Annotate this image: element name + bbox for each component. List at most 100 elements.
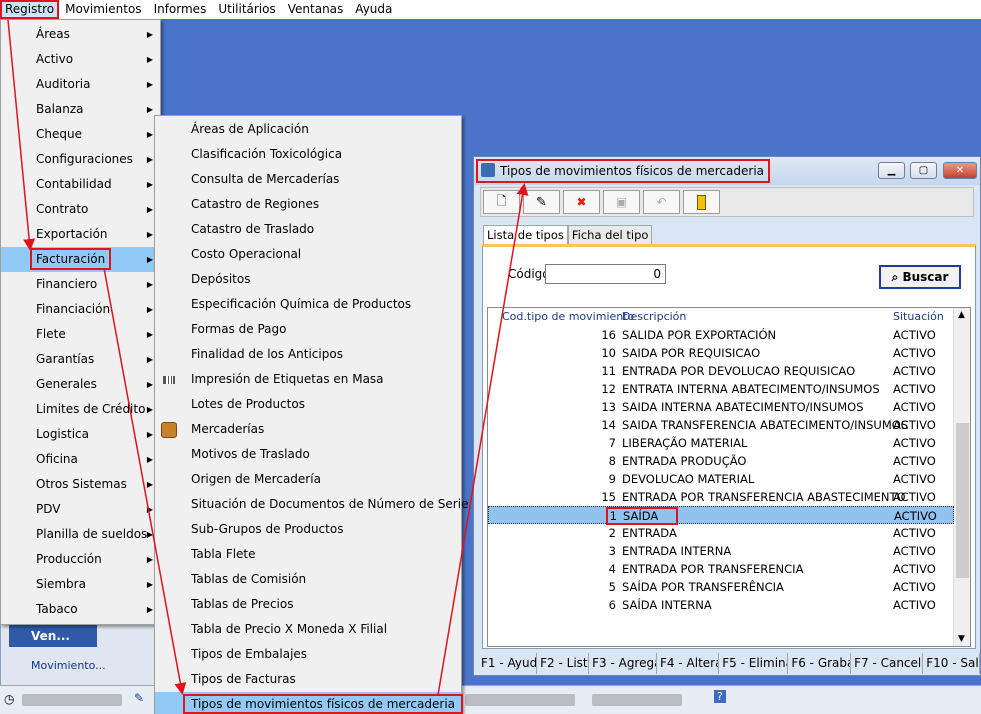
menu-movimientos[interactable]: Movimientos	[59, 0, 147, 19]
delete-button[interactable]: ✖	[563, 190, 600, 214]
menu1-item[interactable]: Activo ▶	[1, 47, 160, 72]
edit-button[interactable]: ✎	[523, 190, 560, 214]
menu1-item[interactable]: Contabilidad ▶	[1, 172, 160, 197]
function-key[interactable]: F10 - Salir	[923, 653, 981, 674]
menu2-item[interactable]: Tipos de Embalajes	[155, 642, 461, 667]
menu2-item[interactable]: Tipos de movimientos físicos de mercader…	[155, 692, 464, 714]
menu2-item[interactable]: Mercaderías	[155, 417, 461, 442]
menu1-item[interactable]: Exportación ▶	[1, 222, 160, 247]
panel-item[interactable]: Movimiento...	[31, 659, 106, 672]
menu2-item[interactable]: Finalidad de los Anticipos	[155, 342, 461, 367]
function-key[interactable]: F1 - Ayuda	[478, 653, 538, 674]
menu2-item[interactable]: Costo Operacional	[155, 242, 461, 267]
grid-scrollbar[interactable]: ▲ ▼	[953, 308, 970, 646]
table-row[interactable]: 11 ENTRADA POR DEVOLUCAO REQUISICAO ACTIVO	[488, 362, 954, 380]
tab-ficha-del-tipo[interactable]: Ficha del tipo	[567, 225, 653, 245]
menu2-item[interactable]: Consulta de Mercaderías	[155, 167, 461, 192]
menu1-item[interactable]: Cheque ▶	[1, 122, 160, 147]
table-row[interactable]: 12 ENTRATA INTERNA ABATECIMENTO/INSUMOS AC…	[488, 380, 954, 398]
maximize-button[interactable]: ▢	[910, 162, 937, 179]
menu1-item[interactable]: Contrato ▶	[1, 197, 160, 222]
menu1-item[interactable]: Financiación ▶	[1, 297, 160, 322]
table-row[interactable]: 2 ENTRADA ACTIVO	[488, 524, 954, 542]
function-key[interactable]: F6 - Grabar	[788, 653, 852, 674]
close-button[interactable]: ✕	[943, 162, 977, 179]
menu2-item[interactable]: Impresión de Etiquetas en Masa	[155, 367, 461, 392]
column-header-descripcion[interactable]: Descripción	[622, 310, 686, 323]
menu2-item[interactable]: Lotes de Productos	[155, 392, 461, 417]
menu1-item[interactable]: Auditoria ▶	[1, 72, 160, 97]
table-row[interactable]: 5 SAÍDA POR TRANSFERÊNCIA ACTIVO	[488, 578, 954, 596]
new-document-button[interactable]: 🗋	[483, 190, 520, 214]
menu2-item[interactable]: Tabla Flete	[155, 542, 461, 567]
menu2-item[interactable]: Especificación Química de Productos	[155, 292, 461, 317]
menu1-item[interactable]: PDV ▶	[1, 497, 160, 522]
menu1-item[interactable]: Facturación ▶	[1, 247, 160, 272]
menu2-item[interactable]: Clasificación Toxicológica	[155, 142, 461, 167]
column-header-cod[interactable]: Cod.tipo de movimiento	[502, 310, 634, 323]
table-row[interactable]: 14 SAIDA TRANSFERENCIA ABATECIMENTO/INSUM…	[488, 416, 954, 434]
menu2-item[interactable]: Tablas de Comisión	[155, 567, 461, 592]
menu2-item[interactable]: Catastro de Traslado	[155, 217, 461, 242]
save-button[interactable]: ▣	[603, 190, 640, 214]
menu1-item[interactable]: Financiero ▶	[1, 272, 160, 297]
table-row[interactable]: 4 ENTRADA POR TRANSFERENCIA ACTIVO	[488, 560, 954, 578]
menu-informes[interactable]: Informes	[148, 0, 213, 19]
menu2-item[interactable]: Depósitos	[155, 267, 461, 292]
menu2-item[interactable]: Tablas de Precios	[155, 592, 461, 617]
menu2-item[interactable]: Tabla de Precio X Moneda X Filial	[155, 617, 461, 642]
menu2-item[interactable]: Origen de Mercadería	[155, 467, 461, 492]
table-row[interactable]: 7 LIBERAÇÃO MATERIAL ACTIVO	[488, 434, 954, 452]
exit-button[interactable]	[683, 190, 720, 214]
menu1-item[interactable]: Siembra ▶	[1, 572, 160, 597]
scroll-up-icon[interactable]: ▲	[958, 310, 965, 320]
menu1-item[interactable]: Planilla de sueldos ▶	[1, 522, 160, 547]
menu-utilitarios[interactable]: Utilitários	[212, 0, 281, 19]
menu1-item[interactable]: Garantías ▶	[1, 347, 160, 372]
function-key[interactable]: F4 - Alterar	[657, 653, 720, 674]
menu-ventanas[interactable]: Ventanas	[282, 0, 350, 19]
table-row[interactable]: 13 SAIDA INTERNA ABATECIMENTO/INSUMOS ACTI…	[488, 398, 954, 416]
table-row[interactable]: 9 DEVOLUCAO MATERIAL ACTIVO	[488, 470, 954, 488]
menu1-item[interactable]: Limites de Crédito ▶	[1, 397, 160, 422]
function-key[interactable]: F5 - Eliminar	[719, 653, 789, 674]
menu1-item[interactable]: Generales ▶	[1, 372, 160, 397]
menu-ayuda[interactable]: Ayuda	[349, 0, 398, 19]
codigo-input[interactable]: 0	[545, 264, 666, 284]
menu2-item[interactable]: Tipos de Facturas	[155, 667, 461, 692]
menu2-item[interactable]: Formas de Pago	[155, 317, 461, 342]
tab-lista-de-tipos[interactable]: Lista de tipos	[483, 225, 568, 245]
menu1-item[interactable]: Tabaco ▶	[1, 597, 160, 622]
table-row[interactable]: 16 SALIDA POR EXPORTACIÓN ACTIVO	[488, 326, 954, 344]
menu1-item[interactable]: Flete ▶	[1, 322, 160, 347]
table-row[interactable]: 3 ENTRADA INTERNA ACTIVO	[488, 542, 954, 560]
menu1-item[interactable]: Logistica ▶	[1, 422, 160, 447]
menu1-item[interactable]: Oficina ▶	[1, 447, 160, 472]
menu1-item[interactable]: Áreas ▶	[1, 22, 160, 47]
panel-header[interactable]: Ven...	[9, 625, 97, 647]
table-row[interactable]: 1SAÍDAACTIVO▶	[488, 506, 954, 525]
buscar-button[interactable]: ⌕ Buscar	[879, 265, 961, 289]
minimize-button[interactable]: ▁	[878, 162, 905, 179]
function-key[interactable]: F3 - Agregar	[589, 653, 658, 674]
window-titlebar[interactable]: Tipos de movimientos físicos de mercader…	[474, 157, 980, 185]
menu1-item[interactable]: Producción ▶	[1, 547, 160, 572]
menu2-item[interactable]: Situación de Documentos de Número de Ser…	[155, 492, 468, 517]
table-row[interactable]: 6 SAÍDA INTERNA ACTIVO	[488, 596, 954, 614]
menu2-item[interactable]: Motivos de Traslado	[155, 442, 461, 467]
scroll-down-icon[interactable]: ▼	[958, 634, 965, 644]
menu-registro[interactable]: Registro	[0, 0, 60, 19]
undo-button[interactable]: ↶	[643, 190, 680, 214]
menu2-item[interactable]: Catastro de Regiones	[155, 192, 461, 217]
function-key[interactable]: F2 - Lista	[537, 653, 590, 674]
table-row[interactable]: 15 ENTRADA POR TRANSFERENCIA ABASTECIMENT…	[488, 488, 954, 506]
menu2-item[interactable]: Sub-Grupos de Productos	[155, 517, 461, 542]
menu2-item[interactable]: Áreas de Aplicación	[155, 117, 461, 142]
menu1-item[interactable]: Otros Sistemas ▶	[1, 472, 160, 497]
menu1-item[interactable]: Configuraciones ▶	[1, 147, 160, 172]
table-row[interactable]: 10 SAIDA POR REQUISICAO ACTIVO	[488, 344, 954, 362]
menu1-item[interactable]: Balanza ▶	[1, 97, 160, 122]
function-key[interactable]: F7 - Cancelar	[851, 653, 924, 674]
scroll-thumb[interactable]	[956, 423, 969, 578]
table-row[interactable]: 8 ENTRADA PRODUÇÃO ACTIVO	[488, 452, 954, 470]
